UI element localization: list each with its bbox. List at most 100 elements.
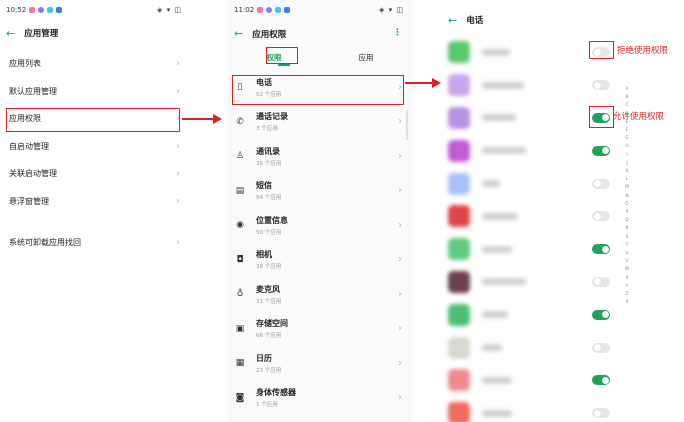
notification-icon (284, 7, 291, 13)
index-letter[interactable]: W (624, 266, 630, 274)
app-name-blurred (482, 180, 500, 188)
permission-item-contacts[interactable]: ♙ 通讯录 35 个应用 › (228, 139, 412, 174)
permission-item-camera[interactable]: ◘ 相机 38 个应用 › (228, 243, 412, 278)
permission-toggle[interactable] (592, 375, 610, 386)
app-name-blurred (482, 114, 516, 122)
permission-item-body-sensors[interactable]: ◙ 身体传感器 1 个应用 › (228, 381, 412, 416)
storage-icon: ▣ (235, 323, 245, 334)
more-options-icon[interactable]: ⋮ (393, 28, 402, 38)
chevron-right-icon: › (398, 288, 402, 300)
app-name-blurred (482, 48, 510, 56)
app-icon (448, 402, 470, 422)
menu-label: 默认应用管理 (9, 86, 57, 96)
permission-toggle[interactable] (592, 408, 610, 419)
arrow-icon (405, 82, 433, 84)
status-bar: 11:02 ◈ ▾ ◫ (228, 0, 412, 20)
permission-item-microphone[interactable]: ♁ 麦克风 31 个应用 › (228, 277, 412, 312)
index-letter[interactable]: A (624, 86, 630, 94)
index-letter[interactable]: L (624, 176, 630, 184)
chevron-right-icon: › (176, 85, 180, 97)
permission-count: 35 个应用 (256, 160, 282, 167)
menu-item-default-apps[interactable]: 默认应用管理 › (0, 78, 190, 106)
index-letter[interactable]: U (624, 250, 630, 258)
page-title: 应用管理 (24, 29, 59, 39)
index-letter[interactable]: S (624, 234, 630, 242)
index-letter[interactable]: B (624, 94, 630, 102)
app-name-blurred (482, 245, 512, 253)
microphone-icon: ♁ (236, 289, 244, 300)
index-letter[interactable]: Q (624, 217, 630, 225)
scrollbar[interactable] (406, 110, 408, 140)
index-letter[interactable]: O (624, 201, 630, 209)
index-letter[interactable]: Y (624, 283, 630, 291)
permission-toggle[interactable] (592, 309, 610, 320)
index-letter[interactable]: # (624, 299, 630, 307)
index-letter[interactable]: N (624, 193, 630, 201)
menu-item-autostart[interactable]: 自启动管理 › (0, 133, 190, 161)
index-letter[interactable]: J (624, 160, 630, 168)
permission-toggle[interactable] (592, 342, 610, 353)
page-title: 电话 (466, 16, 484, 26)
chevron-right-icon: › (398, 116, 402, 128)
index-letter[interactable]: T (624, 242, 630, 250)
permission-label: 通讯录 (256, 146, 280, 156)
menu-item-restore-apps[interactable]: 系统可卸载应用找回 › (0, 229, 190, 257)
app-name-blurred (482, 147, 526, 155)
permission-item-call-log[interactable]: ✆ 通话记录 3 个应用 › (228, 105, 412, 140)
app-row (442, 331, 684, 364)
index-letter[interactable]: I (624, 152, 630, 160)
app-name-blurred (482, 409, 512, 417)
permission-item-calendar[interactable]: ▦ 日历 23 个应用 › (228, 346, 412, 381)
app-row (442, 397, 684, 422)
app-row (442, 69, 684, 102)
index-letter[interactable]: R (624, 225, 630, 233)
message-icon: ▤ (235, 185, 245, 196)
permission-toggle[interactable] (592, 145, 610, 156)
permission-toggle[interactable] (592, 211, 610, 222)
permission-label: 短信 (256, 181, 272, 191)
permission-list: ▯ 电话 52 个应用 › ✆ 通话记录 3 个应用 › ♙ 通讯录 35 个应用 ›… (228, 70, 412, 415)
page-title: 应用权限 (252, 29, 287, 40)
permission-toggle[interactable] (592, 244, 610, 255)
index-letter[interactable]: Z (624, 291, 630, 299)
app-icon (448, 336, 470, 359)
app-name-blurred (482, 212, 518, 220)
index-letter[interactable]: M (624, 184, 630, 192)
index-letter[interactable]: P (624, 209, 630, 217)
chevron-right-icon: › (398, 150, 402, 162)
chevron-right-icon: › (398, 254, 402, 266)
permission-count: 66 个应用 (256, 333, 282, 340)
status-time: 11:02 (234, 6, 255, 14)
index-letter[interactable]: G (624, 135, 630, 143)
permission-item-location[interactable]: ◉ 位置信息 50 个应用 › (228, 208, 412, 243)
permission-label: 日历 (256, 353, 272, 363)
index-letter[interactable]: X (624, 275, 630, 283)
back-arrow-icon[interactable]: ← (6, 27, 15, 40)
menu-item-floating-window[interactable]: 悬浮窗管理 › (0, 188, 190, 216)
permission-toggle[interactable] (592, 276, 610, 287)
permission-label: 存储空间 (256, 319, 288, 329)
permission-toggle[interactable] (592, 178, 610, 189)
highlight-box (232, 75, 404, 105)
index-letter[interactable]: K (624, 168, 630, 176)
app-name-blurred (482, 311, 508, 319)
menu-item-app-list[interactable]: 应用列表 › (0, 50, 190, 78)
permission-toggle[interactable] (592, 80, 610, 91)
index-letter[interactable]: V (624, 258, 630, 266)
index-letter[interactable]: H (624, 143, 630, 151)
notification-icon (257, 7, 264, 13)
menu-item-linked-start[interactable]: 关联启动管理 › (0, 160, 190, 188)
notification-icon (266, 7, 273, 13)
permission-item-storage[interactable]: ▣ 存储空间 66 个应用 › (228, 312, 412, 347)
back-arrow-icon[interactable]: ← (448, 14, 457, 27)
app-row (442, 233, 684, 266)
permission-count: 3 个应用 (256, 126, 278, 133)
tab-apps[interactable]: 应用 (320, 52, 412, 63)
tab-bar: 权限 应用 (228, 46, 412, 68)
phone-permission-screen: ← 电话 A B C D E F G H I J K L M N O P Q R S T U V W X Y Z # (442, 0, 684, 422)
app-icon (448, 205, 470, 228)
back-arrow-icon[interactable]: ← (234, 27, 243, 40)
permission-count: 1 个应用 (256, 402, 278, 409)
index-letter[interactable]: F (624, 127, 630, 135)
permission-item-sms[interactable]: ▤ 短信 54 个应用 › (228, 174, 412, 209)
